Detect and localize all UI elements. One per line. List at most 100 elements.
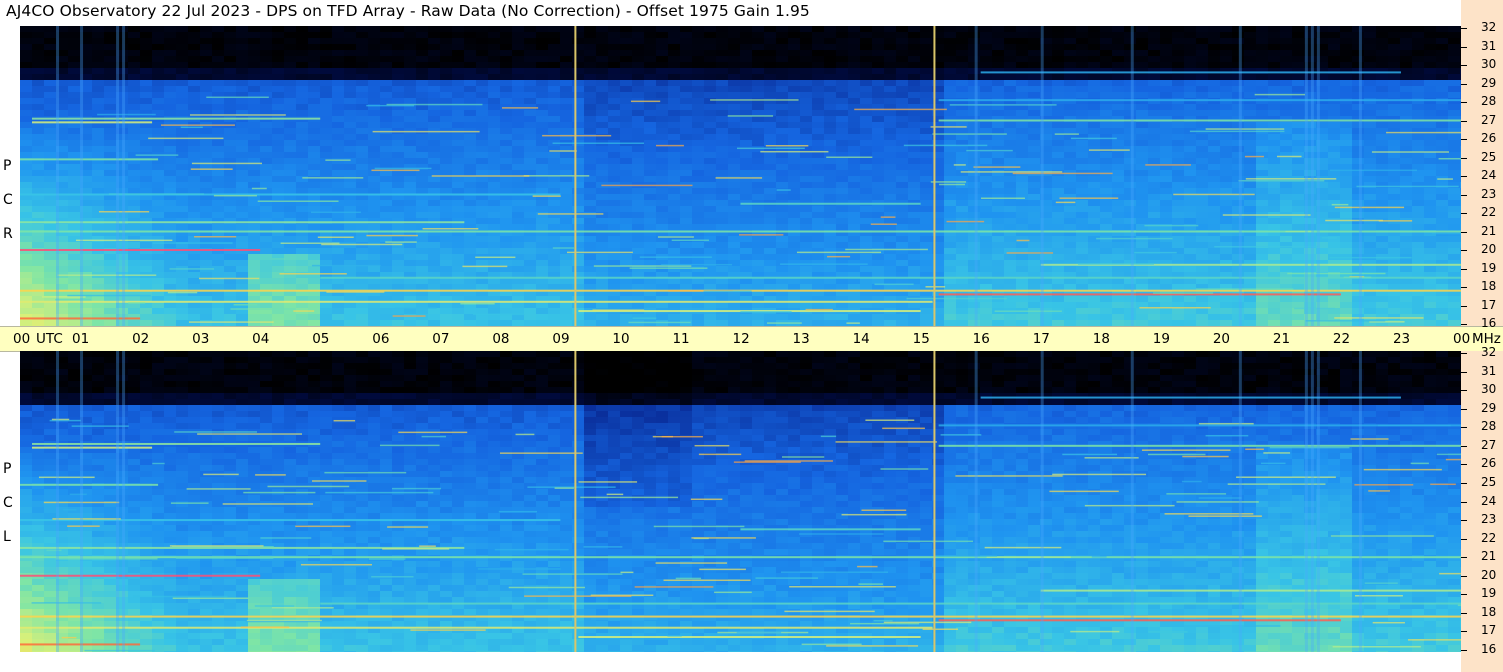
background-cell xyxy=(584,200,596,206)
background-cell xyxy=(68,242,80,248)
background-cell xyxy=(872,92,884,98)
background-cell xyxy=(788,86,800,92)
background-cell xyxy=(440,314,452,320)
background-cell xyxy=(380,212,392,218)
background-cell xyxy=(188,176,200,182)
background-cell xyxy=(464,260,476,266)
background-cell xyxy=(1028,188,1040,194)
background-cell xyxy=(248,242,260,248)
background-cell xyxy=(476,182,488,188)
background-cell xyxy=(728,80,740,86)
background-cell xyxy=(560,44,572,50)
background-cell xyxy=(716,62,728,68)
background-cell xyxy=(812,278,824,284)
background-cell xyxy=(392,152,404,158)
background-cell xyxy=(1064,110,1076,116)
background-cell xyxy=(1172,158,1184,164)
background-cell xyxy=(536,86,548,92)
background-cell xyxy=(656,44,668,50)
background-cell xyxy=(392,278,404,284)
background-cell xyxy=(884,188,896,194)
background-cell xyxy=(536,224,548,230)
background-cell xyxy=(800,236,812,242)
background-cell xyxy=(608,32,620,38)
background-cell xyxy=(776,206,788,212)
background-cell xyxy=(956,86,968,92)
background-cell xyxy=(236,206,248,212)
background-cell xyxy=(836,56,848,62)
background-cell xyxy=(320,182,332,188)
background-cell xyxy=(1004,218,1016,224)
background-cell xyxy=(308,50,320,56)
background-cell xyxy=(524,140,536,146)
background-cell xyxy=(728,188,740,194)
background-cell xyxy=(1016,134,1028,140)
background-cell xyxy=(1148,308,1160,314)
background-cell xyxy=(416,44,428,50)
background-cell xyxy=(896,110,908,116)
background-cell xyxy=(1028,62,1040,68)
background-cell xyxy=(1124,146,1136,152)
background-cell xyxy=(692,188,704,194)
background-cell xyxy=(308,140,320,146)
background-cell xyxy=(1184,266,1196,272)
background-cell xyxy=(1052,206,1064,212)
background-cell xyxy=(1148,44,1160,50)
background-cell xyxy=(284,164,296,170)
background-cell xyxy=(1184,26,1196,32)
background-cell xyxy=(68,80,80,86)
background-cell xyxy=(656,248,668,254)
background-cell xyxy=(1172,74,1184,80)
background-cell xyxy=(752,302,764,308)
background-cell xyxy=(368,152,380,158)
background-cell xyxy=(656,146,668,152)
background-cell xyxy=(164,146,176,152)
background-cell xyxy=(668,134,680,140)
background-cell xyxy=(440,98,452,104)
background-cell xyxy=(404,206,416,212)
background-cell xyxy=(728,284,740,290)
background-cell xyxy=(284,92,296,98)
background-cell xyxy=(104,50,116,56)
background-cell xyxy=(236,98,248,104)
background-cell xyxy=(440,86,452,92)
background-cell xyxy=(620,104,632,110)
background-cell xyxy=(620,110,632,116)
background-cell xyxy=(1016,32,1028,38)
background-cell xyxy=(68,224,80,230)
background-cell xyxy=(272,212,284,218)
background-cell xyxy=(368,308,380,314)
background-cell xyxy=(1184,278,1196,284)
background-cell xyxy=(344,26,356,32)
background-cell xyxy=(44,92,56,98)
background-cell xyxy=(728,62,740,68)
background-cell xyxy=(452,158,464,164)
background-cell xyxy=(644,134,656,140)
background-cell xyxy=(584,68,596,74)
background-cell xyxy=(200,206,212,212)
background-cell xyxy=(716,242,728,248)
background-cell xyxy=(1016,44,1028,50)
background-cell xyxy=(812,302,824,308)
background-cell xyxy=(440,146,452,152)
background-cell xyxy=(92,260,104,266)
background-cell xyxy=(884,26,896,32)
background-cell xyxy=(404,62,416,68)
background-cell xyxy=(200,38,212,44)
background-cell xyxy=(176,236,188,242)
background-cell xyxy=(1148,146,1160,152)
background-cell xyxy=(200,44,212,50)
background-cell xyxy=(1004,32,1016,38)
background-cell xyxy=(584,122,596,128)
background-cell xyxy=(944,146,956,152)
background-cell xyxy=(476,62,488,68)
background-cell xyxy=(1208,152,1220,158)
background-cell xyxy=(1016,200,1028,206)
background-cell xyxy=(1004,188,1016,194)
background-cell xyxy=(560,242,572,248)
background-cell xyxy=(896,134,908,140)
background-cell xyxy=(1016,122,1028,128)
background-cell xyxy=(320,176,332,182)
background-cell xyxy=(752,116,764,122)
background-cell xyxy=(1052,194,1064,200)
